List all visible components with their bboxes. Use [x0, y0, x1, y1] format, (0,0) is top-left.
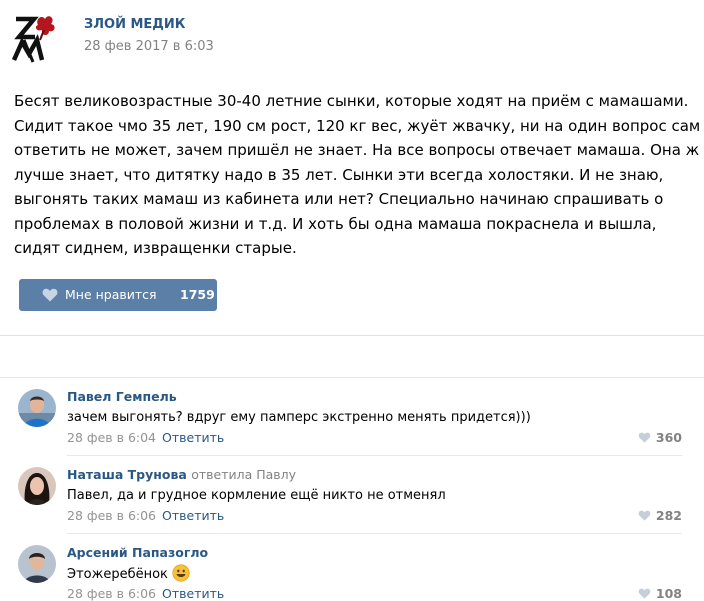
- post-text-line: выгонять таких мамаш из кабинета или нет…: [14, 190, 664, 208]
- comment-like-button[interactable]: 108: [638, 586, 682, 601]
- comment-like-count: 282: [655, 508, 682, 523]
- reply-link[interactable]: Ответить: [162, 430, 224, 445]
- post-text-line: Сидит такое чмо 35 лет, 190 см рост, 120…: [14, 116, 701, 135]
- heart-icon: [638, 432, 651, 443]
- heart-icon: [638, 510, 651, 521]
- like-count: 1759: [180, 287, 215, 302]
- post-text-line: лучше знает, что дитятку надо в 35 лет. …: [14, 165, 664, 184]
- comment-author-name[interactable]: Наташа Трунова: [67, 467, 187, 482]
- comment-author-link[interactable]: Арсений Папазогло: [67, 545, 208, 560]
- post: ЗЛОЙ МЕДИК 28 фев 2017 в 6:03 Бесят вели…: [0, 0, 704, 335]
- post-author-link[interactable]: ЗЛОЙ МЕДИК: [84, 17, 185, 32]
- post-text-line: Бесят великовозрастные 30-40 летние сынк…: [14, 92, 689, 110]
- post-text-line: проблемах в половой жизни и т.д. И хоть …: [14, 214, 657, 233]
- comment-meta: 28 фев в 6:04 Ответить: [67, 430, 224, 445]
- zm-logo-icon[interactable]: [11, 10, 67, 66]
- comment-author-name[interactable]: Арсений Папазогло: [67, 545, 208, 560]
- avatar[interactable]: [18, 389, 56, 427]
- comment-text: Павел, да и грудное кормление ещё никто …: [67, 488, 446, 503]
- comment-meta: 28 фев в 6:06 Ответить: [67, 586, 224, 601]
- comment-date-link[interactable]: 28 фев в 6:06: [67, 508, 156, 523]
- comment-author-link[interactable]: Наташа Трунова ответила Павлу: [67, 467, 296, 482]
- like-label: Мне нравится: [65, 287, 157, 302]
- comment-author-name[interactable]: Павел Гемпель: [67, 389, 177, 404]
- avatar[interactable]: [18, 545, 56, 583]
- comment-like-button[interactable]: 360: [638, 430, 682, 445]
- comment-like-button[interactable]: 282: [638, 508, 682, 523]
- avatar[interactable]: [18, 467, 56, 505]
- heart-icon: [42, 288, 58, 302]
- post-text: Бесят великовозрастные 30-40 летние сынк…: [14, 89, 704, 261]
- comment-item: Арсений Папазогло Этожеребёнок 28 фев в …: [0, 534, 704, 601]
- comment-date-link[interactable]: 28 фев в 6:04: [67, 430, 156, 445]
- heart-icon: [638, 588, 651, 599]
- post-text-line: ответить не может, зачем пришёл не знает…: [14, 141, 700, 159]
- post-date-link[interactable]: 28 фев 2017 в 6:03: [84, 39, 214, 54]
- comment-text-content: Этожеребёнок: [67, 567, 168, 582]
- reply-to-link[interactable]: ответила Павлу: [191, 467, 296, 482]
- comment-text: Этожеребёнок: [67, 564, 190, 582]
- comment-date-link[interactable]: 28 фев в 6:06: [67, 586, 156, 601]
- comment-like-count: 360: [655, 430, 682, 445]
- comment-meta: 28 фев в 6:06 Ответить: [67, 508, 224, 523]
- post-text-line: сидят сиднем, извращенки старые.: [14, 239, 297, 257]
- comment-text: зачем выгонять? вдруг ему памперс экстре…: [67, 410, 531, 425]
- comment-item: Павел Гемпель зачем выгонять? вдруг ему …: [0, 378, 704, 456]
- like-button[interactable]: Мне нравится 1759: [19, 279, 217, 311]
- comment-like-count: 108: [655, 586, 682, 601]
- comment-author-link[interactable]: Павел Гемпель: [67, 389, 177, 404]
- comments-spacer: [0, 336, 704, 378]
- comment-item: Наташа Трунова ответила Павлу Павел, да …: [0, 456, 704, 534]
- reply-link[interactable]: Ответить: [162, 586, 224, 601]
- smile-emoji-icon: [172, 564, 190, 582]
- reply-link[interactable]: Ответить: [162, 508, 224, 523]
